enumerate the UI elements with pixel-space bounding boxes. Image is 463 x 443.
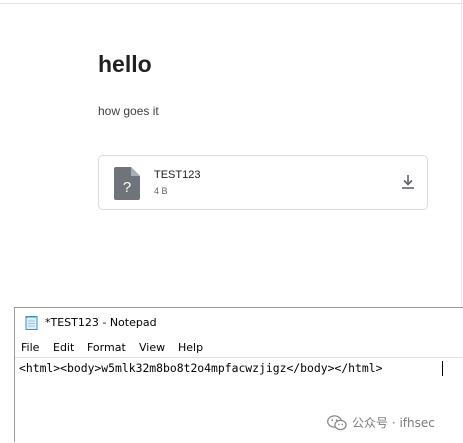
watermark-text: 公众号 · ifhsec bbox=[352, 416, 435, 430]
top-divider bbox=[0, 3, 463, 4]
menu-format[interactable]: Format bbox=[87, 341, 126, 355]
text-caret bbox=[442, 361, 443, 376]
notepad-icon bbox=[24, 315, 39, 330]
menu-view[interactable]: View bbox=[139, 341, 165, 355]
attachment-file-size: 4 B bbox=[154, 186, 168, 196]
watermark: 公众号 · ifhsec bbox=[327, 413, 435, 433]
attachment-card[interactable]: ? TEST123 4 B bbox=[98, 155, 428, 210]
unknown-file-icon: ? bbox=[114, 167, 140, 200]
svg-text:?: ? bbox=[123, 179, 131, 196]
message-body: how goes it bbox=[98, 104, 159, 118]
message-title: hello bbox=[98, 51, 152, 77]
editor-content[interactable]: <html><body>w5mlk32m8bo8t2o4mpfacwzjigz<… bbox=[19, 360, 382, 376]
menu-help[interactable]: Help bbox=[178, 341, 203, 355]
notepad-titlebar[interactable]: *TEST123 - Notepad bbox=[15, 308, 463, 337]
menu-bar: File Edit Format View Help bbox=[15, 338, 463, 357]
menu-file[interactable]: File bbox=[21, 341, 39, 355]
menu-edit[interactable]: Edit bbox=[53, 341, 74, 355]
download-button[interactable] bbox=[399, 173, 417, 191]
attachment-file-name: TEST123 bbox=[154, 169, 201, 181]
download-icon bbox=[402, 175, 414, 189]
wechat-icon bbox=[327, 415, 347, 431]
window-title: *TEST123 - Notepad bbox=[45, 316, 157, 329]
